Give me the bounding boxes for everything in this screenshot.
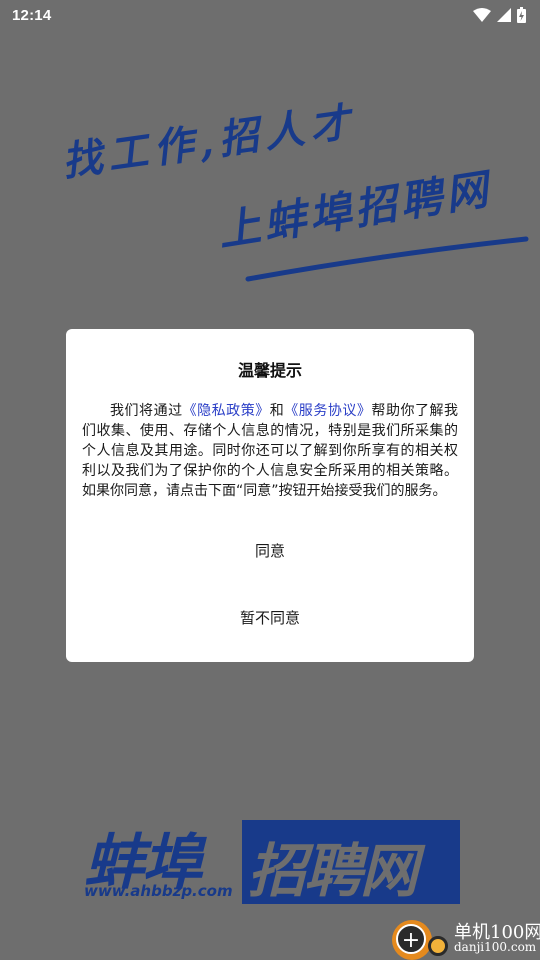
- status-time: 12:14: [12, 6, 52, 24]
- watermark-plus-icon: +: [396, 924, 426, 954]
- status-icons: [473, 7, 526, 23]
- dialog-title: 温馨提示: [237, 361, 302, 380]
- privacy-dialog: 温馨提示 我们将通过《隐私政策》和《服务协议》帮助你了解我们收集、使用、存储个人…: [66, 329, 474, 662]
- logo-left: 蚌埠 www.ahbbzp.com: [82, 816, 242, 906]
- battery-charging-icon: [517, 7, 526, 23]
- slogan-line-1: 找工作,招人才: [59, 98, 359, 186]
- logo-right-block: 招聘网: [242, 820, 460, 905]
- logo-url: www.ahbbzp.com: [84, 882, 233, 900]
- watermark: + 单机100网 danji100.com: [388, 912, 540, 960]
- watermark-dot-icon: [428, 936, 448, 956]
- body-and: 和: [269, 403, 285, 419]
- status-bar: 12:14: [0, 0, 540, 30]
- signal-icon: [497, 8, 511, 22]
- dialog-body: 我们将通过《隐私政策》和《服务协议》帮助你了解我们收集、使用、存储个人信息的情况…: [82, 401, 458, 501]
- watermark-url: danji100.com: [454, 940, 537, 954]
- disagree-button[interactable]: 暂不同意: [66, 596, 474, 640]
- app-logo: 蚌埠 www.ahbbzp.com 招聘网: [82, 816, 460, 906]
- body-intro: 我们将通过: [110, 403, 183, 419]
- privacy-policy-link[interactable]: 《隐私政策》: [183, 403, 270, 419]
- slogan-swoosh: [245, 236, 529, 282]
- agree-button[interactable]: 同意: [66, 529, 474, 573]
- wifi-icon: [473, 8, 491, 22]
- logo-text-part2: 招聘网: [248, 837, 418, 905]
- splash-slogan: 找工作,招人才 上蚌埠招聘网: [0, 60, 540, 282]
- service-agreement-link[interactable]: 《服务协议》: [284, 403, 371, 419]
